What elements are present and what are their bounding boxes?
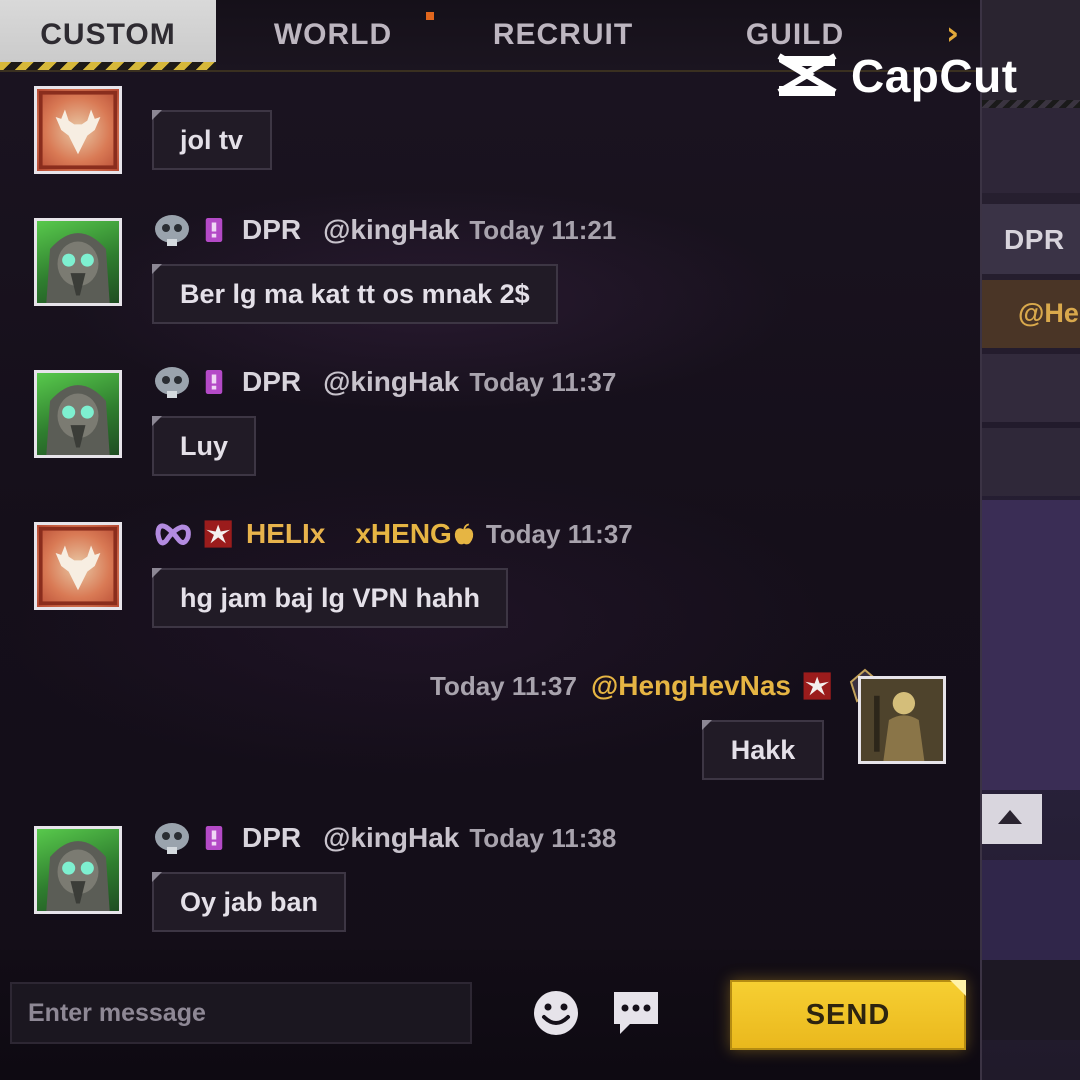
apple-icon — [454, 523, 474, 545]
skull-badge-icon — [155, 823, 189, 854]
message-bubble: hg jam baj lg VPN hahh — [152, 568, 509, 628]
side-panel-footer — [982, 860, 1080, 960]
tab-recruit[interactable]: RECRUIT — [458, 0, 668, 70]
send-button[interactable]: SEND — [730, 980, 966, 1050]
side-panel-row — [982, 428, 1080, 496]
side-panel-content — [982, 500, 1080, 790]
chat-message: DPR @kingHak Today 11:38 Oy jab ban — [0, 818, 980, 938]
deer-avatar[interactable] — [34, 522, 122, 610]
clan-tag: DPR — [242, 822, 302, 853]
side-panel-footer-input — [982, 960, 1080, 1040]
clan-tag: HELIx — [246, 518, 326, 549]
deer-avatar[interactable] — [34, 86, 122, 174]
message-header: Today 11:37 @HengHevNas — [430, 666, 885, 706]
emoji-icon[interactable] — [530, 988, 582, 1038]
guild-emblem-icon — [205, 218, 223, 242]
winged-emblem-icon — [204, 520, 232, 548]
chevron-up-icon — [998, 810, 1022, 824]
winged-emblem-icon — [803, 672, 831, 700]
tab-custom[interactable]: CUSTOM — [0, 0, 216, 70]
background-side-panel: DPR @Her — [980, 0, 1080, 1080]
message-header: DPR @kingHak Today 11:21 — [152, 210, 616, 250]
message-bubble: Luy — [152, 416, 257, 476]
timestamp: Today 11:37 — [485, 518, 633, 549]
plague-mask-icon — [46, 233, 110, 303]
quick-message-icon[interactable] — [610, 988, 662, 1038]
timestamp: Today 11:37 — [469, 366, 617, 397]
username[interactable]: @kingHak — [323, 366, 459, 398]
chat-screen: DPR @Her CUSTOM WORLD RECRUIT GUILD › Ca… — [0, 0, 1080, 1080]
username[interactable]: @kingHak — [323, 822, 459, 854]
message-bubble: Ber lg ma kat tt os mnak 2$ — [152, 264, 558, 324]
chat-message: jol tv — [0, 72, 980, 180]
message-bubble: Hakk — [702, 720, 824, 780]
timestamp: Today 11:38 — [469, 822, 617, 853]
plague-mask-avatar[interactable] — [34, 218, 122, 306]
notification-dot — [426, 12, 434, 20]
skull-badge-icon — [155, 215, 189, 246]
scroll-up-button[interactable] — [982, 794, 1042, 844]
deer-head-icon — [38, 90, 118, 170]
message-input-bar: SEND — [0, 950, 980, 1080]
message-bubble: jol tv — [152, 110, 272, 170]
plague-mask-icon — [46, 385, 110, 455]
message-header: DPR @kingHak Today 11:38 — [152, 818, 616, 858]
side-panel-block — [982, 108, 1080, 193]
own-chat-message: Today 11:37 @HengHevNas Hakk — [0, 666, 980, 786]
chat-message: DPR @kingHak Today 11:37 Luy — [0, 362, 980, 482]
clan-tag: DPR — [242, 366, 302, 397]
message-header: DPR @kingHak Today 11:37 — [152, 362, 616, 402]
side-panel-clan-label: DPR — [982, 204, 1080, 274]
message-list[interactable]: jol tv DPR @kingHak Today 11:21 Ber lg m… — [0, 72, 980, 950]
guild-emblem-icon — [205, 370, 223, 394]
chat-message: DPR @kingHak Today 11:21 Ber lg ma kat t… — [0, 210, 980, 330]
tab-world[interactable]: WORLD — [228, 0, 438, 70]
plague-mask-avatar[interactable] — [34, 826, 122, 914]
message-bubble: Oy jab ban — [152, 872, 347, 932]
timestamp: Today 11:37 — [430, 670, 577, 701]
side-panel-row — [982, 354, 1080, 422]
plague-mask-avatar[interactable] — [34, 370, 122, 458]
username[interactable]: xHENG — [355, 518, 451, 550]
username[interactable]: @kingHak — [323, 214, 459, 246]
plague-mask-icon — [46, 841, 110, 911]
infinity-badge-icon — [155, 523, 191, 546]
message-header: HELIx xHENG Today 11:37 — [152, 514, 633, 554]
character-icon — [861, 679, 943, 761]
username[interactable]: @HengHevNas — [591, 670, 791, 702]
clan-tag: DPR — [242, 214, 302, 245]
side-panel-mention: @Her — [982, 280, 1080, 348]
deer-head-icon — [38, 526, 118, 606]
timestamp: Today 11:21 — [469, 214, 617, 245]
gold-character-avatar[interactable] — [858, 676, 946, 764]
guild-emblem-icon — [205, 826, 223, 850]
skull-badge-icon — [155, 367, 189, 398]
message-input[interactable] — [10, 982, 472, 1044]
chat-message: HELIx xHENG Today 11:37 hg jam baj lg VP… — [0, 514, 980, 634]
